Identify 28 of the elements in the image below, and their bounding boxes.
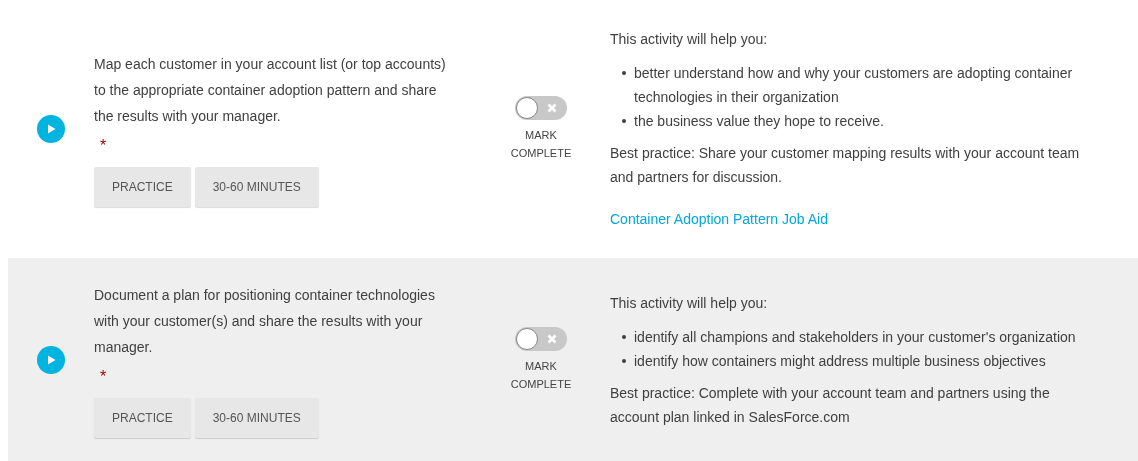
close-icon	[547, 103, 557, 113]
intro-text: This activity will help you:	[610, 30, 769, 49]
bullet-icon	[622, 119, 626, 123]
play-icon[interactable]	[37, 115, 65, 143]
bullet-text: identify how containers might address multiple business objectives	[634, 351, 1046, 371]
tag-label: PRACTICE	[94, 397, 191, 438]
bullet-text: identify all champions and stakeholders in your customer's organization	[634, 327, 1076, 347]
bullet-icon	[622, 358, 626, 363]
tag-label: 30-60 MINUTES	[194, 397, 319, 438]
intro-text: This activity will help you:	[610, 293, 769, 313]
tag-label: 30-60 MINUTES	[194, 167, 319, 207]
toggle-label: MARK COMPLETE	[509, 128, 573, 161]
required-mark: *	[100, 136, 107, 156]
activity-description: Document a plan for positioning container technologies with your customer(s) and share the results with your manager.	[94, 285, 436, 357]
bullet-icon	[622, 71, 626, 75]
tag-label: PRACTICE	[94, 167, 191, 207]
toggle-label: MARK COMPLETE	[509, 358, 573, 392]
best-practice-text: Best practice: Share your customer mapping results with your account team and partners for discussion.	[610, 144, 1081, 187]
activity-description: Map each customer in your account list (or top accounts) to the appropriate container adoption pattern and share the results with your manager.	[94, 55, 447, 126]
bullet-text: the business value they hope to receive.	[634, 112, 884, 131]
best-practice-text: Best practice: Complete with your account team and partners using the account plan linked in SalesForce.com	[610, 383, 1051, 427]
play-icon[interactable]	[37, 345, 65, 374]
mark-complete-toggle[interactable]	[515, 96, 567, 120]
close-icon	[547, 333, 557, 344]
mark-complete-toggle[interactable]	[515, 326, 567, 351]
job-aid-link[interactable]: Container Adoption Pattern Job Aid	[610, 207, 828, 231]
bullet-icon	[622, 334, 626, 339]
required-mark: *	[100, 366, 107, 387]
